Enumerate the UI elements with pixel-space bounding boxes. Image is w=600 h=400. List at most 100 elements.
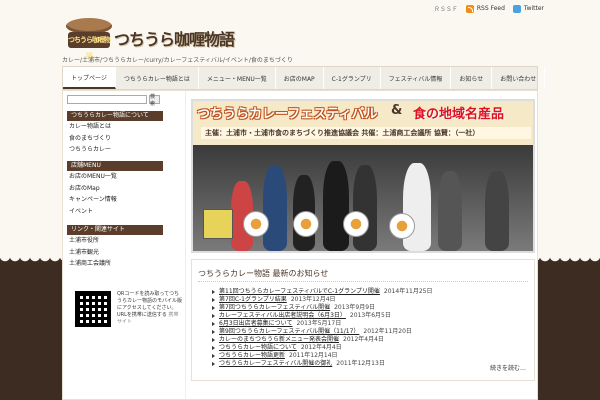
sidebar: 検索 つちうらカレー物語について カレー物語とは 食のまちづくり つちうらカレー…	[63, 91, 185, 399]
news-item-date: 2012年11月20日	[363, 328, 412, 335]
hero-title-right: 食の地域名産品	[413, 107, 505, 122]
nav-item-festival[interactable]: フェスティバル情報	[381, 67, 452, 89]
news-item-date: 2013年12月4日	[290, 296, 336, 303]
news-item[interactable]: 第7回つちうらカレーフェスティバル開催 2013年9月9日	[212, 304, 532, 312]
news-item-title[interactable]: つちうらカレー物語について	[219, 344, 297, 352]
nav-item-news[interactable]: お知らせ	[451, 67, 493, 89]
news-item-title[interactable]: 第11回つちうらカレーフェスティバルでC-1グランプリ開催	[219, 288, 380, 296]
qr-code	[75, 291, 111, 327]
sidebar-item[interactable]: 土浦市観光	[67, 247, 163, 259]
nav-item-c1[interactable]: C-1グランプリ	[324, 67, 381, 89]
news-item-date: 2013年5月17日	[296, 320, 342, 327]
hero-title-left: つちうらカレーフェスティバル	[197, 107, 378, 122]
curry-plate	[343, 211, 369, 237]
twitter-label: Twitter	[523, 5, 544, 12]
qr-description: QRコードを読み取ってつちうらカレー物語のモバイル版にアクセスしてください。UR…	[117, 291, 183, 326]
nav-item-map[interactable]: お店のMAP	[276, 67, 324, 89]
news-list: 第11回つちうらカレーフェスティバルでC-1グランプリ開催 2014年11月25日…	[212, 288, 532, 368]
rss-icon	[465, 4, 474, 13]
person-figure	[323, 161, 349, 251]
sidebar-section-menu: 店舗MENU お店のMENU一覧 お店のMap キャンペーン情報 イベント	[67, 161, 163, 217]
curry-plate	[243, 211, 269, 237]
news-item[interactable]: 第9回つちうらカレーフェスティバル開催（11/17） 2012年11月20日	[212, 328, 532, 336]
curry-plate	[389, 213, 415, 239]
news-item[interactable]: つちうらカレー物語更新 2011年12月14日	[212, 352, 532, 360]
news-item-title[interactable]: 6月3日出店者募集について	[219, 320, 292, 328]
sidebar-item[interactable]: お店のMENU一覧	[67, 171, 163, 183]
twitter-link[interactable]: Twitter	[512, 4, 544, 13]
sidebar-item[interactable]: 土浦商工会議所	[67, 258, 163, 270]
sidebar-section-links: リンク・関連サイト 土浦市役所 土浦市観光 土浦商工会議所	[67, 225, 163, 270]
sidebar-heading: 店舗MENU	[67, 161, 163, 171]
bullet-icon	[212, 290, 215, 294]
twitter-icon	[512, 4, 521, 13]
bullet-icon	[212, 362, 215, 366]
person-figure	[263, 165, 287, 251]
main-container: 検索 つちうらカレー物語について カレー物語とは 食のまちづくり つちうらカレー…	[62, 90, 538, 400]
nav-item-contact[interactable]: お問い合わせ	[492, 67, 546, 89]
news-item-date: 2011年12月13日	[336, 360, 385, 367]
qr-block: QRコードを読み取ってつちうらカレー物語のモバイル版にアクセスしてください。UR…	[75, 291, 183, 331]
sidebar-item[interactable]: 土浦市役所	[67, 235, 163, 247]
bullet-icon	[212, 322, 215, 326]
sidebar-item[interactable]: お店のMap	[67, 183, 163, 195]
news-item-date: 2014年11月25日	[383, 288, 433, 295]
search-button[interactable]: 検索	[149, 94, 160, 107]
site-title: つちうら咖喱物語	[114, 30, 235, 49]
search-input[interactable]	[67, 95, 147, 104]
bullet-icon	[212, 314, 215, 318]
news-item[interactable]: つちうらカレーフェスティバル開催の御礼 2011年12月13日	[212, 360, 532, 368]
news-item-date: 2012年4月4日	[343, 336, 384, 343]
news-item-date: 2013年6月5日	[349, 312, 391, 319]
news-item[interactable]: 6月3日出店者募集について 2013年5月17日	[212, 320, 532, 328]
nav-item-top[interactable]: トップページ	[63, 67, 116, 89]
bullet-icon	[212, 298, 215, 302]
curry-plate	[293, 211, 319, 237]
news-item-date: 2012年4月4日	[300, 344, 342, 351]
sidebar-heading: リンク・関連サイト	[67, 225, 163, 235]
news-item-title[interactable]: つちうらカレー物語更新	[219, 352, 285, 360]
sidebar-item[interactable]: イベント	[67, 206, 163, 218]
sidebar-section-about: つちうらカレー物語について カレー物語とは 食のまちづくり つちうらカレー	[67, 111, 163, 156]
site-tagline: カレー/土浦市/つちうらカレー/curry/カレーフェスティバル/イベント/食の…	[62, 57, 293, 64]
sidebar-heading: つちうらカレー物語について	[67, 111, 163, 121]
sidebar-item[interactable]: キャンペーン情報	[67, 194, 163, 206]
site-logo[interactable]: つちうら咖喱物語 つちうら咖喱物語	[66, 18, 246, 60]
news-item[interactable]: 第11回つちうらカレーフェスティバルでC-1グランプリ開催 2014年11月25日	[212, 288, 532, 296]
rss-link[interactable]: RSS Feed	[465, 4, 505, 13]
news-panel: つちうらカレー物語 最新のお知らせ 第11回つちうらカレーフェスティバルでC-1…	[191, 259, 535, 381]
news-item[interactable]: カレーフェスティバル出店者説明会（6月3日） 2013年6月5日	[212, 312, 532, 320]
news-item-title[interactable]: つちうらカレーフェスティバル開催の御礼	[219, 360, 332, 368]
bullet-icon	[212, 338, 215, 342]
nav-item-menu[interactable]: メニュー・MENU一覧	[199, 67, 276, 89]
sidebar-item[interactable]: 食のまちづくり	[67, 133, 163, 145]
news-item[interactable]: つちうらカレー物語について 2012年4月4日	[212, 344, 532, 352]
content-area: つちうらカレーフェスティバル & 食の地域名産品 主催：土浦市・土浦市食のまちづ…	[185, 91, 539, 399]
sidebar-item[interactable]: カレー物語とは	[67, 121, 163, 133]
bullet-icon	[212, 330, 215, 334]
news-item[interactable]: 第7回C-1グランプリ結果 2013年12月4日	[212, 296, 532, 304]
news-divider	[198, 281, 528, 282]
news-item-title[interactable]: カレーのまちつちうら新メニュー発表会開催	[219, 336, 339, 344]
more-link[interactable]: 続きを読む…	[490, 363, 526, 372]
search-form: 検索	[67, 94, 160, 107]
hero-banner[interactable]: つちうらカレーフェスティバル & 食の地域名産品 主催：土浦市・土浦市食のまちづ…	[191, 99, 535, 253]
news-item-date: 2013年9月9日	[334, 304, 376, 311]
logo-badge: つちうら咖喱物語	[68, 32, 111, 60]
bullet-icon	[212, 354, 215, 358]
nav-item-about[interactable]: つちうらカレー物語とは	[116, 67, 199, 89]
news-heading: つちうらカレー物語 最新のお知らせ	[198, 269, 329, 278]
news-item-title[interactable]: 第7回C-1グランプリ結果	[219, 296, 287, 304]
news-item-title[interactable]: カレーフェスティバル出店者説明会（6月3日）	[219, 312, 346, 320]
person-figure	[438, 171, 462, 251]
main-nav: トップページ つちうらカレー物語とは メニュー・MENU一覧 お店のMAP C-…	[62, 66, 546, 90]
top-link-gray[interactable]: ＲＳＳＦ	[434, 4, 458, 13]
sidebar-item[interactable]: つちうらカレー	[67, 144, 163, 156]
news-item[interactable]: カレーのまちつちうら新メニュー発表会開催 2012年4月4日	[212, 336, 532, 344]
hero-subtitle: 主催：土浦市・土浦市食のまちづくり推進協議会 共催：土浦商工会議所 協賛：（一社…	[201, 127, 531, 139]
news-item-title[interactable]: 第7回つちうらカレーフェスティバル開催	[219, 304, 330, 312]
person-figure	[353, 165, 377, 251]
news-item-title[interactable]: 第9回つちうらカレーフェスティバル開催（11/17）	[219, 328, 359, 336]
person-figure	[485, 171, 509, 251]
hero-amp: &	[391, 103, 403, 118]
